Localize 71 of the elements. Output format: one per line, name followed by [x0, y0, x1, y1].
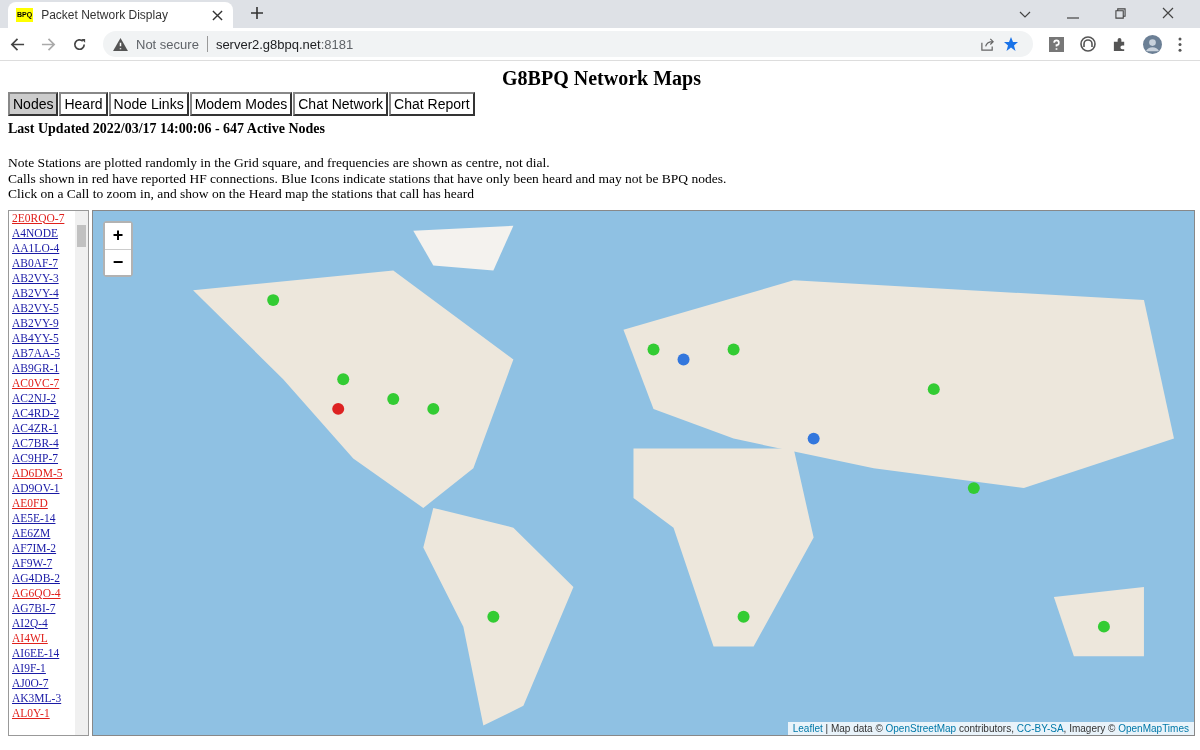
call-link[interactable]: AB9GR-1 — [12, 360, 75, 376]
call-link[interactable]: AB7AA-5 — [12, 345, 75, 361]
puzzle-icon[interactable] — [1112, 36, 1127, 52]
call-link[interactable]: AB2VY-4 — [12, 285, 75, 301]
avatar-icon[interactable] — [1143, 34, 1162, 54]
note-text: Click on a Call to zoom in, and show on the Heard map the stations that call has heard — [8, 186, 475, 202]
attribution-link[interactable]: OpenStreetMap — [885, 723, 957, 734]
call-link[interactable]: AK3ML-3 — [12, 690, 75, 706]
call-link[interactable]: AC9HP-7 — [12, 450, 75, 466]
call-link[interactable]: AB4YY-5 — [12, 330, 75, 346]
call-link[interactable]: AE0FD — [12, 495, 75, 511]
address-field[interactable]: Not secure server2.g8bpq.net:8181 — [103, 31, 1033, 57]
attribution-link[interactable]: Leaflet — [792, 723, 823, 734]
attribution-link[interactable]: OpenMapTimes — [1118, 723, 1189, 734]
nav-tab[interactable]: Modem Modes — [189, 92, 293, 116]
security-label: Not secure — [136, 36, 199, 52]
call-link[interactable]: AC0VC-7 — [12, 375, 75, 391]
url-text: server2.g8bpq.net:8181 — [215, 36, 354, 52]
call-link[interactable]: AD9OV-1 — [12, 480, 75, 496]
call-link[interactable]: AD6DM-5 — [12, 465, 75, 481]
share-icon[interactable] — [980, 36, 995, 52]
call-link[interactable]: AB2VY-5 — [12, 300, 75, 316]
zoom-out-button[interactable]: − — [105, 248, 131, 275]
headphones-icon[interactable] — [1080, 36, 1096, 52]
vertical-scrollbar[interactable] — [75, 210, 88, 735]
call-link[interactable]: AB2VY-9 — [12, 315, 75, 331]
nav-tab[interactable]: Chat Network — [293, 92, 389, 116]
call-link[interactable]: AB0AF-7 — [12, 255, 75, 271]
call-link[interactable]: AL0Y-1 — [12, 705, 75, 721]
help-icon[interactable] — [1049, 36, 1064, 52]
call-link[interactable]: AC4RD-2 — [12, 405, 75, 421]
new-tab-icon[interactable] — [251, 7, 263, 19]
call-link[interactable]: AI6EE-14 — [12, 645, 75, 661]
nav-tab[interactable]: Heard — [59, 92, 108, 116]
call-link[interactable]: AB2VY-3 — [12, 270, 75, 286]
page-title: G8BPQ Network Maps — [501, 67, 702, 90]
close-icon[interactable] — [212, 9, 223, 21]
note-text: Calls shown in red have reported HF connections. Blue Icons indicate stations that have only been heard and may not be BPQ nodes. — [8, 170, 728, 186]
restore-icon[interactable] — [1115, 8, 1126, 19]
tab-title: Packet Network Display — [41, 8, 169, 22]
call-link[interactable]: AG6QO-4 — [12, 585, 75, 601]
call-link[interactable]: AG7BI-7 — [12, 600, 75, 616]
warning-icon — [113, 37, 128, 51]
call-link[interactable]: AC7BR-4 — [12, 435, 75, 451]
chevron-down-icon[interactable] — [1019, 11, 1031, 19]
call-link[interactable]: AI2Q-4 — [12, 615, 75, 631]
call-link[interactable]: 2E0RQO-7 — [12, 210, 75, 226]
call-link[interactable]: AG4DB-2 — [12, 570, 75, 586]
call-link[interactable]: AI4WL — [12, 630, 75, 646]
nav-tab[interactable]: Node Links — [108, 92, 189, 116]
call-link[interactable]: AF7IM-2 — [12, 540, 75, 556]
more-icon[interactable] — [1178, 36, 1182, 52]
call-link[interactable]: AF9W-7 — [12, 555, 75, 571]
back-arrow-icon[interactable] — [10, 36, 25, 52]
attribution-link[interactable]: CC-BY-SA — [1016, 723, 1064, 734]
nav-tab[interactable]: Chat Report — [389, 92, 475, 116]
last-updated-text: Last Updated 2022/03/17 14:00:06 - 647 Active Nodes — [8, 121, 326, 137]
call-link[interactable]: AI9F-1 — [12, 660, 75, 676]
call-link[interactable]: AJ0O-7 — [12, 675, 75, 691]
attribution-text: Leaflet | Map data © OpenStreetMap contributors, CC-BY-SA, Imagery © OpenMapTimes — [787, 722, 1194, 735]
star-icon[interactable] — [1003, 36, 1019, 52]
call-link[interactable]: AC2NJ-2 — [12, 390, 75, 406]
reload-icon[interactable] — [72, 36, 87, 52]
call-link[interactable]: AA1LO-4 — [12, 240, 75, 256]
call-link[interactable]: AE5E-14 — [12, 510, 75, 526]
call-link[interactable]: A4NODE — [12, 225, 75, 241]
call-link[interactable]: AC4ZR-1 — [12, 420, 75, 436]
note-text: Note Stations are plotted randomly in the Grid square, and frequencies are shown as centre, not dial. — [8, 155, 551, 171]
call-link[interactable]: AE6ZM — [12, 525, 75, 541]
close-icon[interactable] — [1162, 7, 1174, 19]
nav-tab[interactable]: Nodes — [8, 92, 59, 116]
